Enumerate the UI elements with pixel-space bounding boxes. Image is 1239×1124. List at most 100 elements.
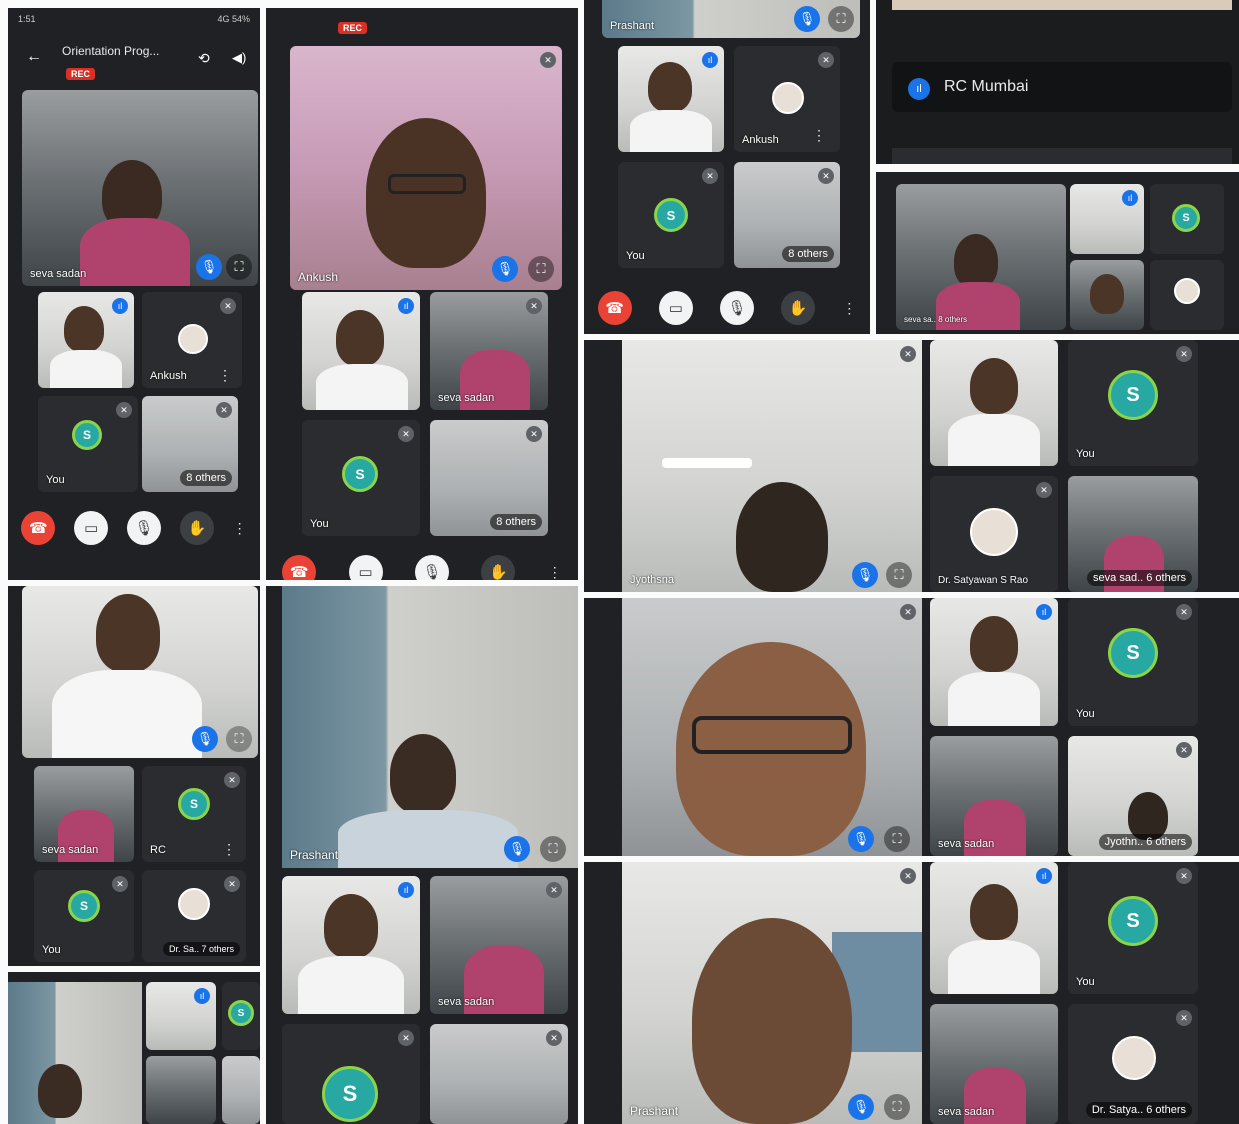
- participant-tile[interactable]: seva sadan ✕: [430, 292, 548, 410]
- participant-figure: [970, 884, 1018, 940]
- main-video-tile[interactable]: seva sa.. 8 others: [896, 184, 1066, 330]
- overflow-tile[interactable]: Jyothn.. 6 others ✕: [1068, 736, 1198, 856]
- participant-tile[interactable]: [222, 1056, 260, 1124]
- participant-tile[interactable]: Dr. Satyawan S Rao ✕: [930, 476, 1058, 592]
- app-logo-icon: S: [68, 890, 100, 922]
- participant-tile-you[interactable]: S You ✕: [38, 396, 138, 492]
- participant-tile-you[interactable]: S You ✕: [34, 870, 134, 962]
- overflow-tile[interactable]: 8 others ✕: [430, 420, 548, 536]
- participant-tile[interactable]: ✕: [430, 1024, 568, 1124]
- main-video-tile[interactable]: [8, 982, 142, 1124]
- raise-hand-icon[interactable]: ✋: [179, 511, 214, 545]
- participant-body: [52, 670, 202, 758]
- end-call-icon[interactable]: ☎: [282, 555, 317, 580]
- camera-off-icon[interactable]: ▭: [348, 555, 383, 580]
- mic-icon[interactable]: 🎙: [794, 6, 820, 32]
- camera-off-icon[interactable]: ▭: [74, 511, 109, 545]
- main-video-tile[interactable]: Prashant 🎙 ⛶ ✕: [622, 862, 922, 1124]
- more-icon[interactable]: ⋮: [218, 367, 232, 384]
- more-icon[interactable]: ⋮: [548, 564, 562, 581]
- participant-tile[interactable]: seva sadan: [930, 1004, 1058, 1124]
- main-video-tile[interactable]: Prashant 🎙 ⛶: [282, 586, 578, 868]
- participant-tile[interactable]: ıl: [1070, 184, 1144, 254]
- pin-icon[interactable]: ⛶: [226, 254, 252, 280]
- pin-icon[interactable]: ⛶: [528, 256, 554, 282]
- participant-tile[interactable]: ıl: [618, 46, 724, 152]
- pin-icon[interactable]: ⛶: [886, 562, 912, 588]
- participant-tile[interactable]: seva sadan: [930, 736, 1058, 856]
- thumb-row: [892, 148, 1232, 164]
- pin-icon[interactable]: ⛶: [828, 6, 854, 32]
- switch-camera-icon[interactable]: ⟲: [198, 50, 210, 67]
- participant-tile[interactable]: seva sadan ✕: [430, 876, 568, 1014]
- pin-icon[interactable]: ⛶: [540, 836, 566, 862]
- end-call-icon[interactable]: ☎: [21, 511, 56, 545]
- overflow-tile[interactable]: 8 others ✕: [142, 396, 238, 492]
- participant-tile[interactable]: S RC ⋮ ✕: [142, 766, 246, 862]
- main-video-tile[interactable]: 🎙 ⛶ ✕: [622, 598, 922, 856]
- overflow-tile[interactable]: 8 others ✕: [734, 162, 840, 268]
- more-icon[interactable]: ⋮: [812, 127, 826, 144]
- participant-figure: [692, 918, 852, 1124]
- participant-tile[interactable]: seva sadan: [34, 766, 134, 862]
- participant-tile[interactable]: ıl: [38, 292, 134, 388]
- mic-icon[interactable]: 🎙: [196, 254, 222, 280]
- participant-tile-you[interactable]: S You ✕: [1068, 598, 1198, 726]
- participant-tile[interactable]: Ankush ⋮ ✕: [142, 292, 242, 388]
- mic-icon[interactable]: 🎙: [848, 1094, 874, 1120]
- overflow-tile[interactable]: Dr. Sa.. 7 others ✕: [142, 870, 246, 962]
- more-icon[interactable]: ⋮: [222, 841, 236, 858]
- more-icon[interactable]: ⋮: [233, 520, 247, 537]
- speaker-icon[interactable]: ◀): [232, 50, 246, 66]
- audio-wave-icon: ıl: [702, 52, 718, 68]
- mic-off-icon[interactable]: 🎙: [719, 291, 754, 325]
- pin-icon[interactable]: ⛶: [226, 726, 252, 752]
- main-video-tile[interactable]: 🎙 ⛶: [22, 586, 258, 758]
- mic-off-icon[interactable]: 🎙: [414, 555, 449, 580]
- participant-tile-you[interactable]: S: [1150, 184, 1224, 254]
- participant-tile[interactable]: [146, 1056, 216, 1124]
- avatar: [772, 82, 804, 114]
- participant-tile[interactable]: [1070, 260, 1144, 330]
- raise-hand-icon[interactable]: ✋: [781, 291, 816, 325]
- main-video-tile[interactable]: seva sadan 🎙 ⛶: [22, 90, 258, 286]
- back-arrow-icon[interactable]: ←: [26, 48, 42, 66]
- tile-name: seva sadan: [30, 268, 87, 280]
- pin-icon[interactable]: ⛶: [884, 826, 910, 852]
- more-icon[interactable]: ⋮: [842, 300, 856, 317]
- participant-tile[interactable]: [1150, 260, 1224, 330]
- end-call-icon[interactable]: ☎: [597, 291, 632, 325]
- participant-tile-you[interactable]: S You ✕: [618, 162, 724, 268]
- main-video-tile[interactable]: Prashant 🎙 ⛶: [602, 0, 860, 38]
- participant-tile[interactable]: ıl: [302, 292, 420, 410]
- participant-tile[interactable]: Ankush ⋮ ✕: [734, 46, 840, 152]
- pin-icon[interactable]: ⛶: [884, 1094, 910, 1120]
- mic-off-icon: ✕: [546, 882, 562, 898]
- mic-off-icon: ✕: [526, 298, 542, 314]
- video-strip: [892, 0, 1232, 10]
- mic-off-icon[interactable]: 🎙: [126, 511, 161, 545]
- overflow-tile[interactable]: seva sad.. 6 others: [1068, 476, 1198, 592]
- participant-tile[interactable]: ıl: [930, 598, 1058, 726]
- participant-tile[interactable]: ıl: [146, 982, 216, 1050]
- camera-off-icon[interactable]: ▭: [658, 291, 693, 325]
- mic-icon[interactable]: 🎙: [192, 726, 218, 752]
- mic-icon[interactable]: 🎙: [492, 256, 518, 282]
- main-video-tile[interactable]: Jyothsna 🎙 ⛶ ✕: [622, 340, 922, 592]
- participant-tile-you[interactable]: S: [222, 982, 260, 1050]
- participant-tile[interactable]: ıl: [930, 862, 1058, 994]
- participant-tile[interactable]: ıl: [282, 876, 420, 1014]
- mic-off-icon: ✕: [216, 402, 232, 418]
- participant-tile-you[interactable]: S You ✕: [1068, 862, 1198, 994]
- overflow-tile[interactable]: Dr. Satya.. 6 others ✕: [1068, 1004, 1198, 1124]
- mic-icon[interactable]: 🎙: [504, 836, 530, 862]
- mic-icon[interactable]: 🎙: [848, 826, 874, 852]
- main-video-tile[interactable]: Ankush 🎙 ⛶ ✕: [290, 46, 562, 290]
- participant-tile-you[interactable]: S You ✕: [302, 420, 420, 536]
- participant-tile-you[interactable]: S ✕: [282, 1024, 420, 1124]
- participant-body: [630, 110, 712, 152]
- participant-tile[interactable]: [930, 340, 1058, 466]
- raise-hand-icon[interactable]: ✋: [481, 555, 516, 580]
- participant-tile-you[interactable]: S You ✕: [1068, 340, 1198, 466]
- mic-icon[interactable]: 🎙: [852, 562, 878, 588]
